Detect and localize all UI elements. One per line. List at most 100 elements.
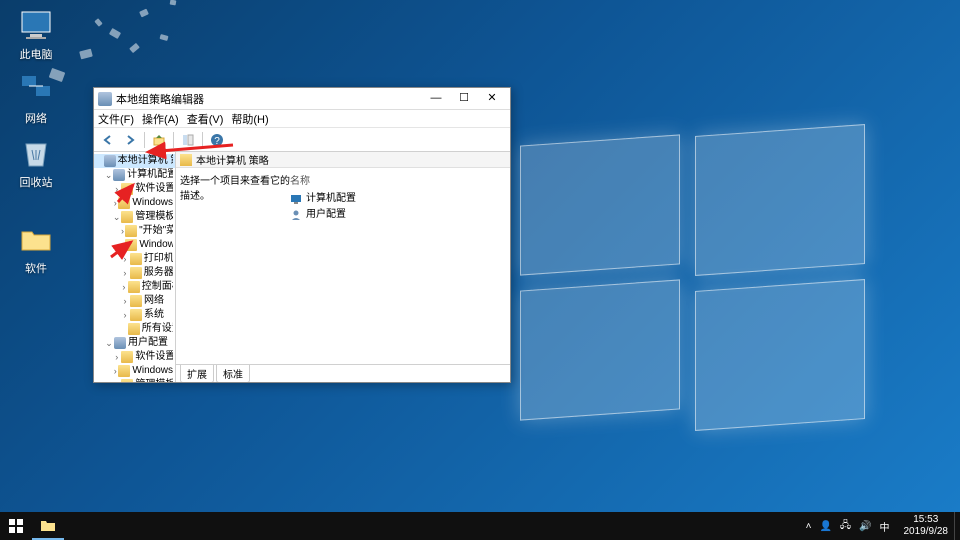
folder-icon (128, 323, 140, 335)
tree-item[interactable]: ›软件设置 (94, 350, 175, 364)
clock-date: 2019/9/28 (904, 526, 949, 538)
volume-icon[interactable]: 🔊 (859, 521, 871, 532)
menu-file[interactable]: 文件(F) (98, 111, 134, 127)
menu-help[interactable]: 帮助(H) (231, 111, 268, 127)
people-icon[interactable]: 👤 (819, 521, 831, 532)
folder-icon (130, 253, 142, 265)
back-button[interactable] (98, 130, 118, 150)
folder-icon (130, 309, 142, 321)
folder-icon (118, 197, 130, 209)
titlebar[interactable]: 本地组策略编辑器 — ☐ ✕ (94, 88, 510, 110)
tree-item-label: 网络 (144, 294, 164, 308)
system-tray[interactable]: ˄ 👤 🖧 🔊 中 (798, 518, 898, 535)
tree-item[interactable]: 所有设置 (94, 322, 175, 336)
taskbar-item-explorer[interactable] (32, 512, 64, 540)
folder-icon (125, 225, 137, 237)
network-tray-icon[interactable]: 🖧 (840, 518, 851, 535)
tree-item-label: "开始"菜单和任 (139, 224, 173, 238)
desktop-icon-software[interactable]: 软件 (8, 222, 64, 276)
expand-toggle-icon[interactable]: › (120, 266, 130, 280)
tree-item[interactable]: › 网络 (94, 294, 175, 308)
folder-icon (128, 281, 140, 293)
tree-item[interactable]: ›Windows 设置 (94, 196, 175, 210)
desktop-icon-label: 此电脑 (8, 46, 64, 62)
toolbar: ? (94, 128, 510, 152)
folder-icon (180, 154, 192, 166)
tree-item[interactable]: ›控制面板 (94, 280, 175, 294)
tree-item-label: 软件设置 (135, 182, 173, 196)
show-desktop-button[interactable] (954, 512, 960, 540)
tree-item-label: 计算机配置 (127, 168, 173, 182)
tree-pane[interactable]: 本地计算机 策略⌄计算机配置›软件设置›Windows 设置⌄管理模板›"开始"… (94, 152, 176, 382)
tree-item-label: Windows 组件 (139, 238, 173, 252)
expand-toggle-icon[interactable]: › (120, 252, 130, 266)
clock[interactable]: 15:53 2019/9/28 (898, 514, 955, 538)
expand-toggle-icon[interactable]: › (112, 378, 121, 382)
expand-toggle-icon[interactable]: ⌄ (104, 168, 113, 182)
wallpaper-windows-logo (520, 140, 870, 430)
close-button[interactable]: ✕ (478, 90, 506, 108)
menu-view[interactable]: 查看(V) (187, 111, 224, 127)
desktop-icon-label: 软件 (8, 260, 64, 276)
minimize-button[interactable]: — (422, 90, 450, 108)
desktop-icon-network[interactable]: 网络 (8, 72, 64, 126)
ime-icon[interactable]: 中 (880, 519, 890, 534)
help-button[interactable]: ? (207, 130, 227, 150)
tree-item-label: 服务器 (144, 266, 173, 280)
folder-icon (18, 222, 54, 258)
list-item[interactable]: 计算机配置 (290, 191, 506, 207)
tree-item[interactable]: ⌄管理模板 (94, 210, 175, 224)
desktop-icon-this-pc[interactable]: 此电脑 (8, 8, 64, 62)
tree-item-label: Windows 设置 (132, 364, 173, 378)
tree-item[interactable]: ›系统 (94, 308, 175, 322)
folder-icon (125, 239, 137, 251)
tray-up-icon[interactable]: ˄ (806, 521, 812, 532)
tree-item[interactable]: ›Windows 设置 (94, 364, 175, 378)
forward-button[interactable] (120, 130, 140, 150)
expand-toggle-icon[interactable]: › (120, 280, 128, 294)
expand-toggle-icon[interactable]: › (112, 350, 121, 364)
tree-item[interactable]: ⌄ 计算机配置 (94, 168, 175, 182)
maximize-button[interactable]: ☐ (450, 90, 478, 108)
folder-icon (121, 351, 133, 363)
expand-toggle-icon[interactable]: ⌄ (104, 336, 114, 350)
tree-item[interactable]: ›打印机 (94, 252, 175, 266)
tree-item[interactable]: › 服务器 (94, 266, 175, 280)
list-item-label: 用户配置 (306, 207, 346, 223)
monitor-icon (18, 8, 54, 44)
description-prompt: 选择一个项目来查看它的描述。 (180, 172, 290, 360)
list-item[interactable]: 用户配置 (290, 207, 506, 223)
expand-toggle-icon[interactable]: › (120, 294, 130, 308)
up-button[interactable] (149, 130, 169, 150)
tree-item[interactable]: 本地计算机 策略 (94, 154, 175, 168)
window-title: 本地组策略编辑器 (116, 91, 422, 107)
tab-extended[interactable]: 扩展 (180, 365, 214, 383)
tree-item[interactable]: › 软件设置 (94, 182, 175, 196)
path-bar: 本地计算机 策略 (176, 152, 510, 168)
desktop-icon-recycle-bin[interactable]: 回收站 (8, 136, 64, 190)
folder-icon (121, 183, 133, 195)
expand-toggle-icon[interactable]: ⌄ (112, 210, 121, 224)
start-button[interactable] (0, 512, 32, 540)
tree-item[interactable]: ›"开始"菜单和任 (94, 224, 175, 238)
list-header: 名称 (290, 172, 506, 187)
folder-icon (130, 295, 142, 307)
menubar: 文件(F) 操作(A) 查看(V) 帮助(H) (94, 110, 510, 128)
desktop-icon-label: 网络 (8, 110, 64, 126)
tree-item[interactable]: ›Windows 组件 (94, 238, 175, 252)
show-hide-tree-button[interactable] (178, 130, 198, 150)
tree-item[interactable]: ⌄用户配置 (94, 336, 175, 350)
menu-action[interactable]: 操作(A) (142, 111, 179, 127)
tree-item[interactable]: › 管理模板 (94, 378, 175, 382)
computer-config-icon (290, 193, 302, 205)
folder-icon (118, 365, 130, 377)
tree-item-label: 管理模板 (135, 378, 173, 382)
expand-toggle-icon[interactable]: › (120, 308, 130, 322)
policy-icon (104, 155, 116, 167)
taskbar: ˄ 👤 🖧 🔊 中 15:53 2019/9/28 (0, 512, 960, 540)
expand-toggle-icon[interactable]: › (112, 182, 121, 196)
desktop-icon-label: 回收站 (8, 174, 64, 190)
gpedit-window: 本地组策略编辑器 — ☐ ✕ 文件(F) 操作(A) 查看(V) 帮助(H) ?… (93, 87, 511, 383)
tab-standard[interactable]: 标准 (216, 365, 250, 383)
user-config-icon (290, 209, 302, 221)
